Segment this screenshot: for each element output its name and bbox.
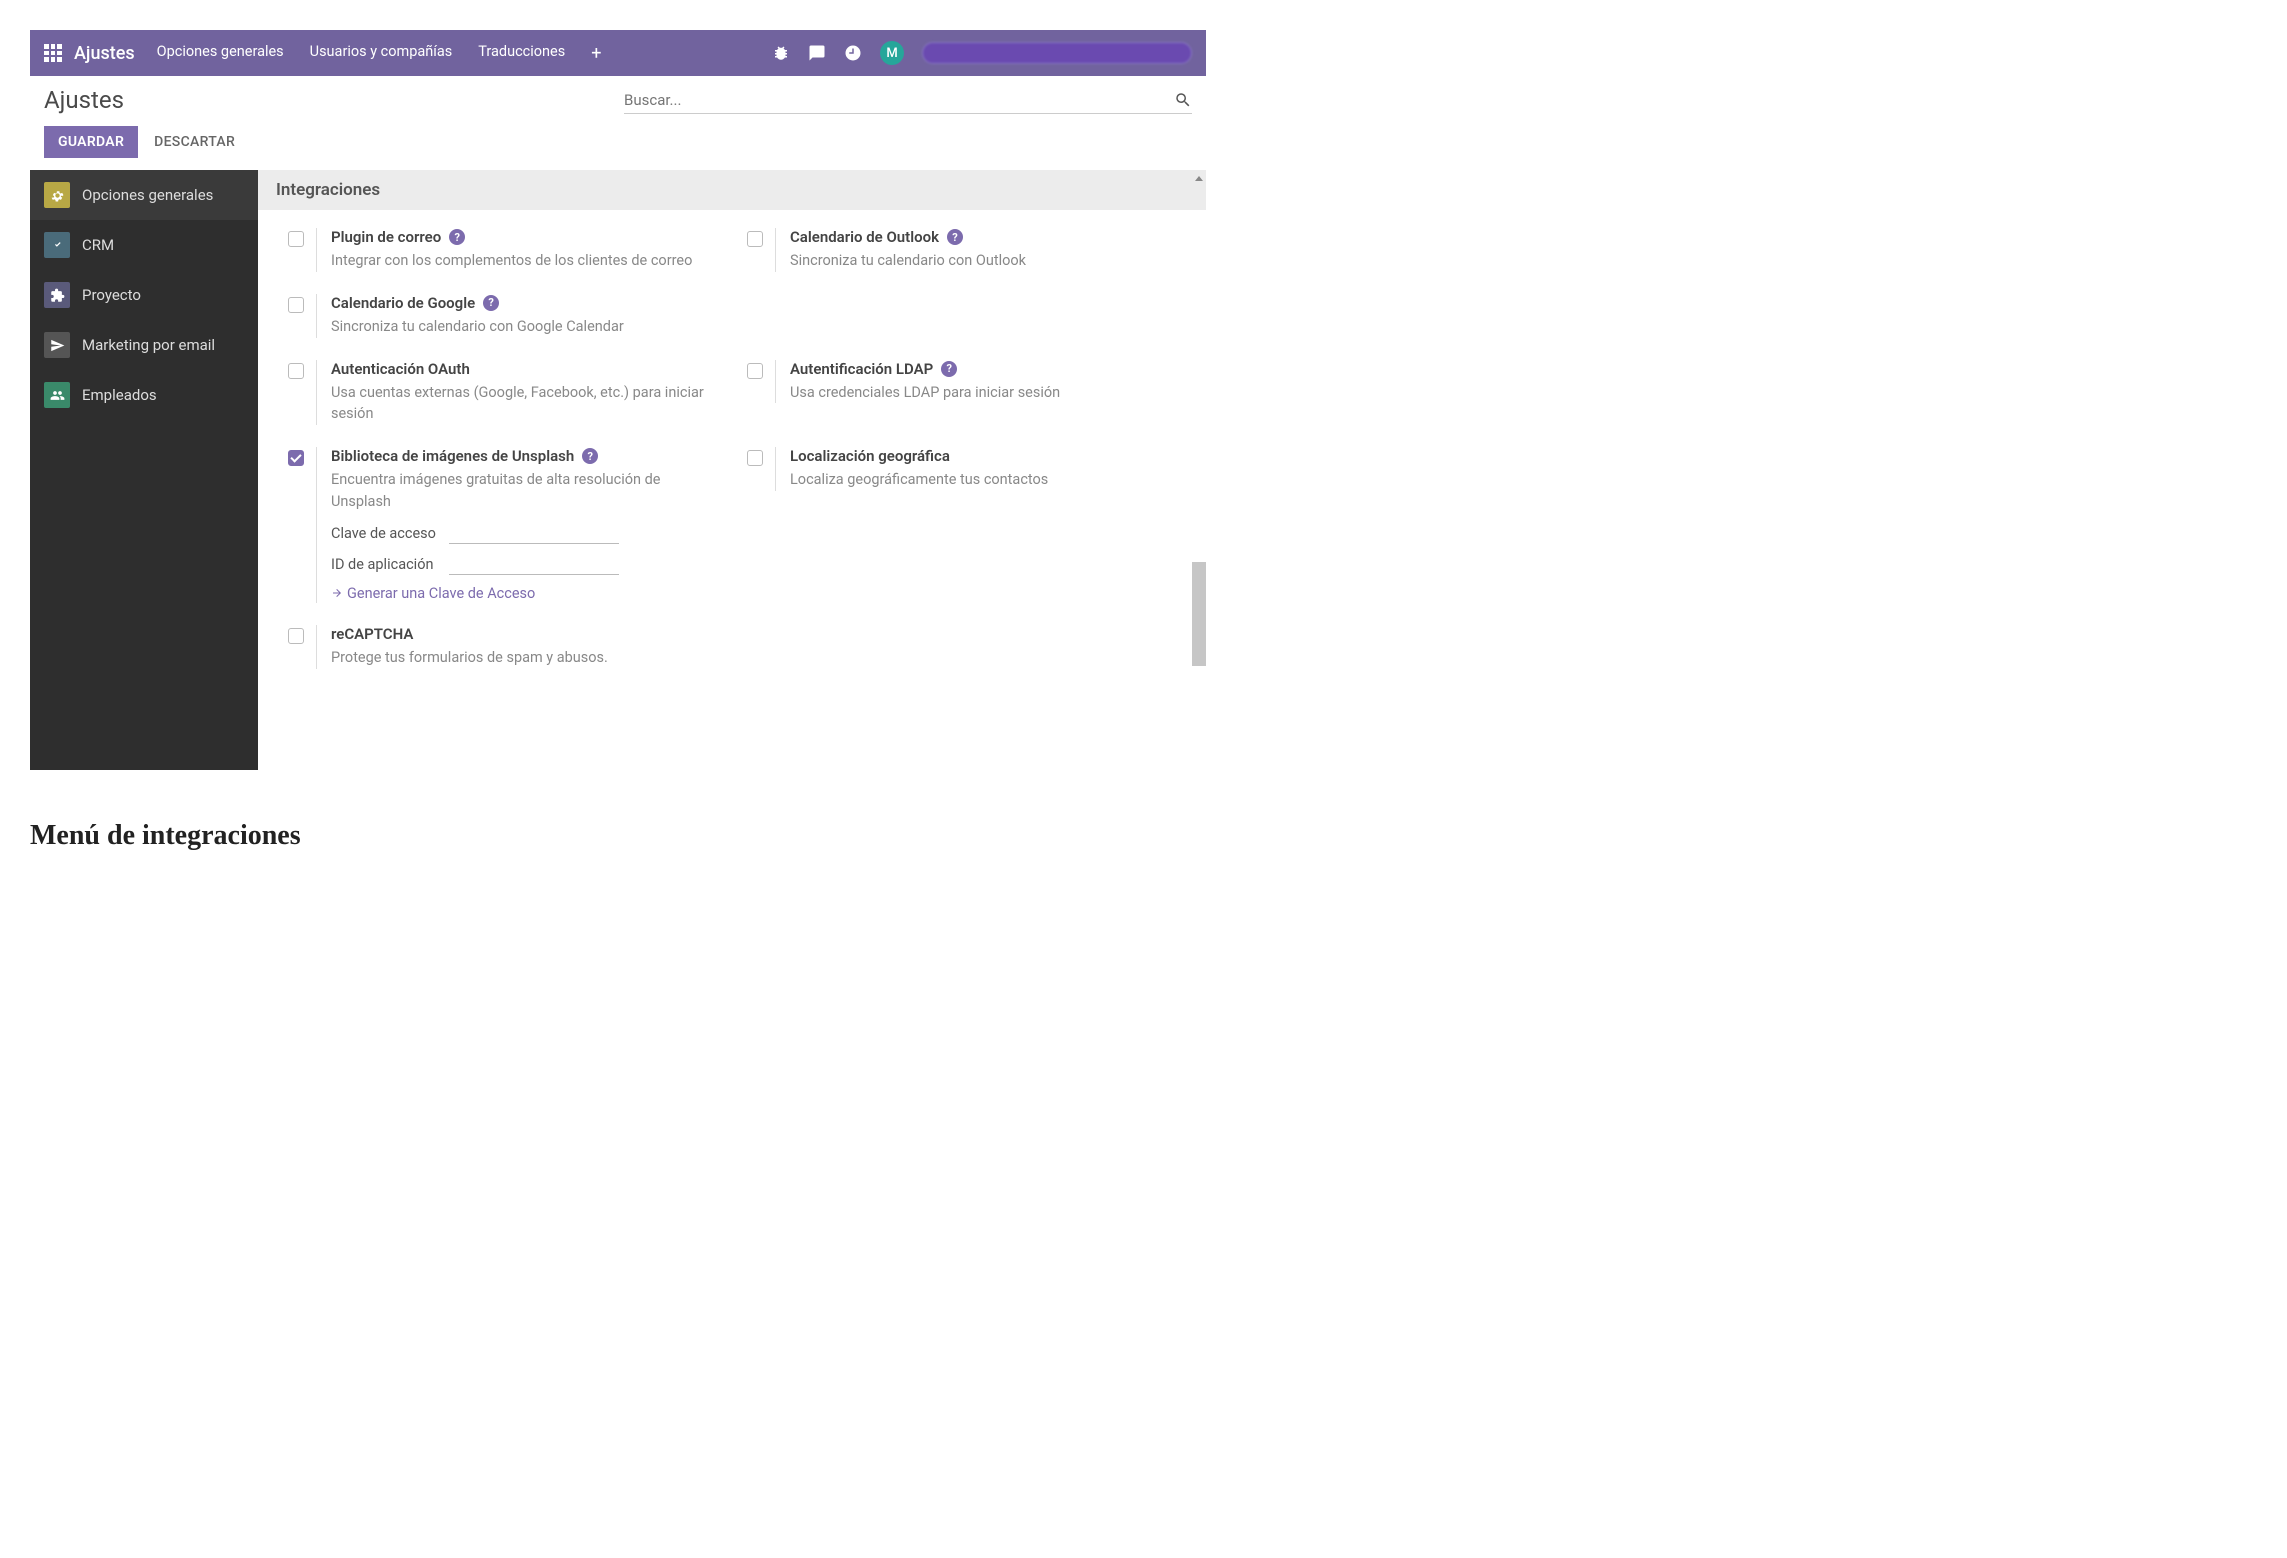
access-key-input[interactable] bbox=[449, 523, 619, 544]
option-title: Autenticación OAuth bbox=[331, 360, 470, 378]
checkbox-mail-plugin[interactable] bbox=[288, 231, 304, 247]
checkbox-oauth[interactable] bbox=[288, 363, 304, 379]
sidebar-item-email-marketing[interactable]: Marketing por email bbox=[30, 320, 258, 370]
option-geo: Localización geográfica Localiza geográf… bbox=[747, 447, 1176, 603]
page-title: Ajustes bbox=[44, 86, 624, 114]
debug-icon[interactable] bbox=[772, 44, 790, 62]
sidebar-item-crm[interactable]: CRM bbox=[30, 220, 258, 270]
option-desc: Protege tus formularios de spam y abusos… bbox=[331, 647, 732, 669]
sidebar-item-label: Empleados bbox=[82, 386, 157, 404]
figure-caption: Menú de integraciones bbox=[30, 820, 2257, 852]
option-desc: Localiza geográficamente tus contactos bbox=[790, 469, 1176, 491]
scroll-up-icon[interactable] bbox=[1195, 176, 1203, 181]
sidebar-item-general[interactable]: Opciones generales bbox=[30, 170, 258, 220]
main-menu: Opciones generales Usuarios y compañías … bbox=[157, 43, 772, 64]
option-desc: Sincroniza tu calendario con Outlook bbox=[790, 250, 1176, 272]
option-recaptcha: reCAPTCHA Protege tus formularios de spa… bbox=[288, 625, 732, 669]
help-icon[interactable]: ? bbox=[483, 295, 499, 311]
app-title: Ajustes bbox=[74, 43, 135, 64]
search-input[interactable] bbox=[624, 91, 1174, 109]
paper-plane-icon bbox=[44, 332, 70, 358]
checkbox-geo[interactable] bbox=[747, 450, 763, 466]
sidebar-item-label: Opciones generales bbox=[82, 186, 213, 204]
save-button[interactable]: GUARDAR bbox=[44, 126, 138, 158]
content-area: Integraciones Plugin de correo? Integrar… bbox=[258, 170, 1206, 770]
option-title: reCAPTCHA bbox=[331, 625, 413, 643]
sidebar: Opciones generales CRM Proyecto Marketin… bbox=[30, 170, 258, 770]
option-title: Plugin de correo bbox=[331, 228, 441, 246]
arrow-right-icon bbox=[331, 587, 343, 599]
option-mail-plugin: Plugin de correo? Integrar con los compl… bbox=[288, 228, 717, 272]
app-id-input[interactable] bbox=[449, 554, 619, 575]
option-title: Localización geográfica bbox=[790, 447, 950, 465]
help-icon[interactable]: ? bbox=[947, 229, 963, 245]
people-icon bbox=[44, 382, 70, 408]
option-desc: Usa cuentas externas (Google, Facebook, … bbox=[331, 382, 717, 426]
option-desc: Usa credenciales LDAP para iniciar sesió… bbox=[790, 382, 1176, 404]
generate-key-link[interactable]: Generar una Clave de Acceso bbox=[331, 585, 535, 602]
sidebar-item-label: Proyecto bbox=[82, 286, 141, 304]
search-wrap bbox=[624, 87, 1192, 114]
option-oauth: Autenticación OAuth Usa cuentas externas… bbox=[288, 360, 717, 426]
gear-icon bbox=[44, 182, 70, 208]
option-title: Autentificación LDAP bbox=[790, 360, 933, 378]
subheader: Ajustes bbox=[30, 76, 1206, 120]
option-title: Calendario de Outlook bbox=[790, 228, 939, 246]
body: Opciones generales CRM Proyecto Marketin… bbox=[30, 170, 1206, 770]
activity-icon[interactable] bbox=[844, 44, 862, 62]
chat-icon[interactable] bbox=[808, 44, 826, 62]
topbar-right: M bbox=[772, 41, 1192, 65]
help-icon[interactable]: ? bbox=[941, 361, 957, 377]
user-info-blurred bbox=[922, 42, 1192, 64]
app-id-label: ID de aplicación bbox=[331, 556, 441, 573]
help-icon[interactable]: ? bbox=[582, 448, 598, 464]
sidebar-item-employees[interactable]: Empleados bbox=[30, 370, 258, 420]
checkbox-google-calendar[interactable] bbox=[288, 297, 304, 313]
option-title: Biblioteca de imágenes de Unsplash bbox=[331, 447, 574, 465]
menu-item-users[interactable]: Usuarios y compañías bbox=[310, 43, 453, 64]
sidebar-item-label: Marketing por email bbox=[82, 336, 215, 354]
checkbox-recaptcha[interactable] bbox=[288, 628, 304, 644]
help-icon[interactable]: ? bbox=[449, 229, 465, 245]
option-desc: Encuentra imágenes gratuitas de alta res… bbox=[331, 469, 717, 513]
option-google-calendar: Calendario de Google? Sincroniza tu cale… bbox=[288, 294, 732, 338]
sidebar-item-project[interactable]: Proyecto bbox=[30, 270, 258, 320]
menu-item-translations[interactable]: Traducciones bbox=[478, 43, 565, 64]
checkbox-ldap[interactable] bbox=[747, 363, 763, 379]
option-title: Calendario de Google bbox=[331, 294, 475, 312]
checkbox-unsplash[interactable] bbox=[288, 450, 304, 466]
option-ldap: Autentificación LDAP? Usa credenciales L… bbox=[747, 360, 1176, 426]
handshake-icon bbox=[44, 232, 70, 258]
option-desc: Integrar con los complementos de los cli… bbox=[331, 250, 717, 272]
action-buttons: GUARDAR DESCARTAR bbox=[30, 120, 1206, 170]
checkbox-outlook-calendar[interactable] bbox=[747, 231, 763, 247]
add-menu-icon[interactable]: + bbox=[591, 43, 601, 64]
discard-button[interactable]: DESCARTAR bbox=[150, 126, 239, 158]
topbar: Ajustes Opciones generales Usuarios y co… bbox=[30, 30, 1206, 76]
search-icon[interactable] bbox=[1174, 91, 1192, 109]
option-unsplash: Biblioteca de imágenes de Unsplash? Encu… bbox=[288, 447, 717, 603]
options-grid: Plugin de correo? Integrar con los compl… bbox=[258, 210, 1206, 687]
access-key-label: Clave de acceso bbox=[331, 525, 441, 542]
avatar[interactable]: M bbox=[880, 41, 904, 65]
option-outlook-calendar: Calendario de Outlook? Sincroniza tu cal… bbox=[747, 228, 1176, 272]
scrollbar-thumb[interactable] bbox=[1192, 562, 1206, 666]
option-desc: Sincroniza tu calendario con Google Cale… bbox=[331, 316, 732, 338]
menu-item-general[interactable]: Opciones generales bbox=[157, 43, 284, 64]
generate-key-text: Generar una Clave de Acceso bbox=[347, 585, 535, 602]
puzzle-icon bbox=[44, 282, 70, 308]
sidebar-item-label: CRM bbox=[82, 236, 114, 254]
section-title: Integraciones bbox=[258, 170, 1206, 210]
apps-grid-icon[interactable] bbox=[44, 44, 62, 62]
